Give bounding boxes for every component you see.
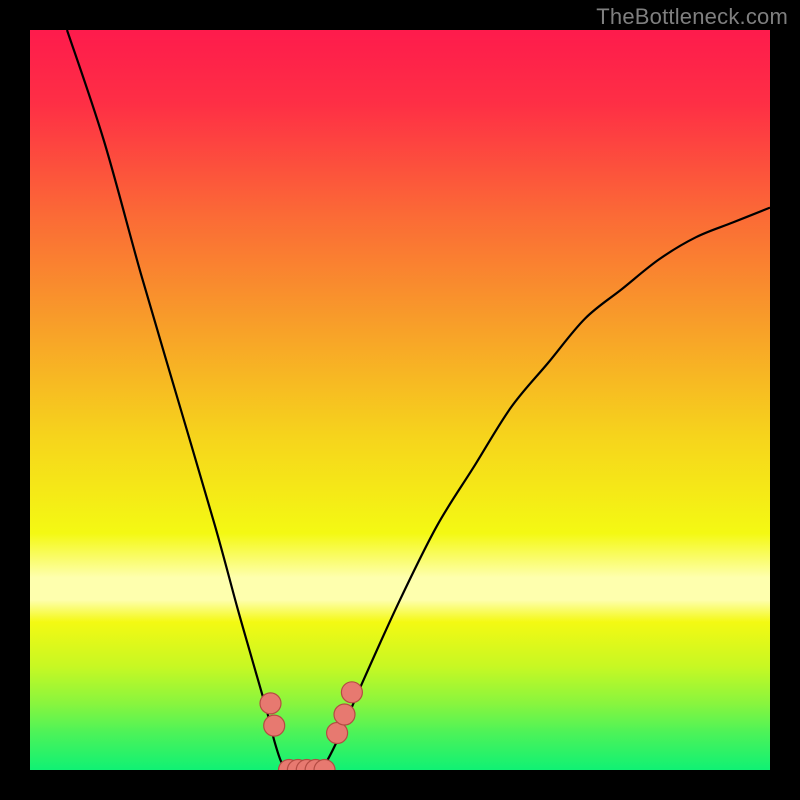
data-marker (341, 682, 362, 703)
watermark-text: TheBottleneck.com (596, 4, 788, 30)
data-marker (327, 723, 348, 744)
bottleneck-chart (30, 30, 770, 770)
data-marker (264, 715, 285, 736)
data-marker (260, 693, 281, 714)
chart-frame: TheBottleneck.com (0, 0, 800, 800)
data-marker (334, 704, 355, 725)
chart-background (30, 30, 770, 770)
